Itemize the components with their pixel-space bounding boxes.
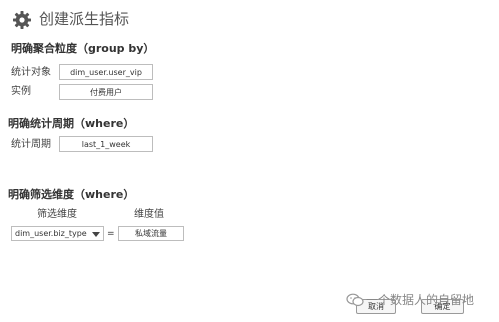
period-field[interactable]: last_1_week: [59, 136, 153, 152]
watermark: 一个数据人的自留地: [346, 291, 474, 308]
group-by-heading: 明确聚合粒度（group by）: [11, 42, 155, 55]
filter-value-column-label: 维度值: [134, 209, 164, 220]
instance-label: 实例: [11, 86, 31, 97]
wechat-icon: [346, 293, 364, 307]
period-label: 统计周期: [11, 139, 51, 150]
watermark-text: 一个数据人的自留地: [366, 293, 475, 307]
filter-dimension-value: dim_user.biz_type: [15, 229, 87, 238]
filter-dimension-select[interactable]: dim_user.biz_type: [11, 226, 104, 241]
period-heading: 明确统计周期（where）: [8, 117, 135, 130]
filter-dimension-column-label: 筛选维度: [37, 209, 77, 220]
stat-object-label: 统计对象: [11, 67, 51, 78]
gear-icon: [12, 10, 32, 30]
filter-heading: 明确筛选维度（where）: [8, 188, 135, 201]
instance-field[interactable]: 付费用户: [59, 84, 153, 100]
filter-value-field[interactable]: 私域流量: [118, 226, 184, 241]
chevron-down-icon[interactable]: [90, 228, 102, 240]
stat-object-field[interactable]: dim_user.user_vip: [59, 64, 153, 80]
page-title: 创建派生指标: [39, 10, 130, 28]
equals-operator: =: [107, 229, 115, 239]
